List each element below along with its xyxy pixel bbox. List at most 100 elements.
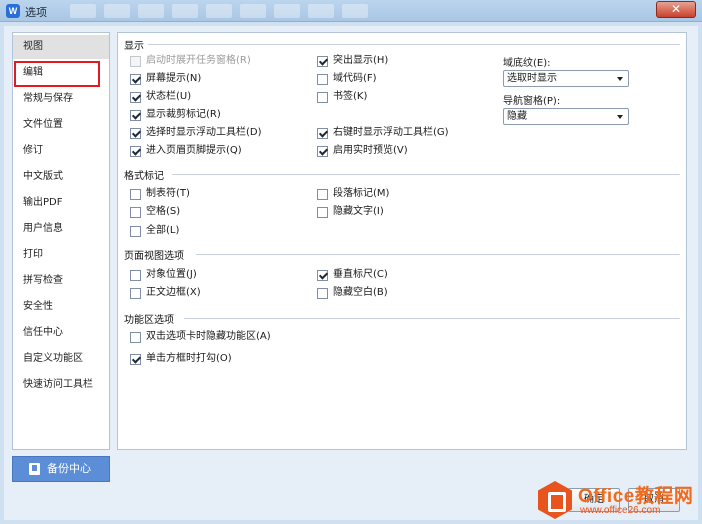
checkbox-vertical-ruler[interactable]: 垂直标尺(C) [317, 268, 388, 282]
checkbox-box[interactable] [130, 269, 141, 281]
backup-icon [29, 463, 40, 475]
nav-pane-label: 导航窗格(P): [503, 96, 561, 107]
watermark-brand: Office教程网 [578, 486, 694, 507]
checkbox-box[interactable] [130, 73, 141, 85]
sidebar-item-chinese-layout[interactable]: 中文版式 [13, 165, 109, 189]
section-divider [172, 174, 680, 175]
checkbox-field-codes[interactable]: 域代码(F) [317, 72, 377, 86]
checkbox-label: 制表符(T) [146, 188, 190, 199]
checkbox-box[interactable] [130, 91, 141, 103]
checkbox-label: 进入页眉页脚提示(Q) [146, 145, 242, 156]
title-bar: W 选项 ✕ [0, 0, 702, 22]
checkbox-box[interactable] [130, 109, 141, 121]
checkbox-label: 域代码(F) [333, 73, 377, 84]
checkbox-label: 段落标记(M) [333, 188, 390, 199]
checkbox-label: 状态栏(U) [146, 91, 192, 102]
checkbox-label: 选择时显示浮动工具栏(D) [146, 127, 262, 138]
sidebar-item-security[interactable]: 安全性 [13, 295, 109, 319]
field-shading-select[interactable]: 选取时显示 [503, 70, 629, 87]
checkbox-object-anchors[interactable]: 对象位置(J) [130, 268, 197, 282]
checkbox-box[interactable] [130, 331, 141, 343]
checkbox-hide-whitespace[interactable]: 隐藏空白(B) [317, 286, 388, 300]
checkbox-box[interactable] [317, 73, 328, 85]
select-value: 隐藏 [507, 111, 527, 122]
checkbox-floating-toolbar-rightclick[interactable]: 右键时显示浮动工具栏(G) [317, 126, 449, 140]
checkbox-box[interactable] [317, 91, 328, 103]
close-button[interactable]: ✕ [656, 1, 696, 18]
checkbox-crop-marks[interactable]: 显示裁剪标记(R) [130, 108, 221, 122]
checkbox-label: 垂直标尺(C) [333, 269, 388, 280]
checkbox-box[interactable] [317, 287, 328, 299]
checkbox-box[interactable] [317, 206, 328, 218]
checkbox-spaces[interactable]: 空格(S) [130, 205, 180, 219]
backup-center-button[interactable]: 备份中心 [12, 456, 110, 482]
sidebar-item-spell-check[interactable]: 拼写检查 [13, 269, 109, 293]
checkbox-label: 双击选项卡时隐藏功能区(A) [146, 331, 271, 342]
sidebar-item-trust-center[interactable]: 信任中心 [13, 321, 109, 345]
ghost-tab [172, 4, 198, 18]
window-title: 选项 [25, 6, 47, 19]
checkbox-label: 启用实时预览(V) [333, 145, 408, 156]
ghost-tab [274, 4, 300, 18]
checkbox-dblclick-hide-ribbon[interactable]: 双击选项卡时隐藏功能区(A) [130, 330, 271, 344]
section-title-format-marks: 格式标记 [124, 171, 164, 182]
checkbox-box[interactable] [317, 55, 328, 67]
checkbox-label: 单击方框时打勾(O) [146, 353, 232, 364]
checkbox-box[interactable] [130, 206, 141, 218]
ghost-tab [342, 4, 368, 18]
checkbox-label: 隐藏文字(I) [333, 206, 384, 217]
checkbox-box[interactable] [317, 145, 328, 157]
checkbox-bookmarks[interactable]: 书签(K) [317, 90, 367, 104]
ghost-tab [70, 4, 96, 18]
ghost-tab [206, 4, 232, 18]
checkbox-box[interactable] [317, 269, 328, 281]
checkbox-floating-toolbar-select[interactable]: 选择时显示浮动工具栏(D) [130, 126, 262, 140]
edit-item-highlight-box [14, 61, 100, 87]
checkbox-status-bar[interactable]: 状态栏(U) [130, 90, 191, 104]
select-value: 选取时显示 [507, 73, 557, 84]
field-shading-label: 域底纹(E): [503, 58, 551, 69]
checkbox-screen-tips[interactable]: 屏幕提示(N) [130, 72, 201, 86]
sidebar-item-quick-access-toolbar[interactable]: 快速访问工具栏 [13, 373, 109, 397]
checkbox-box[interactable] [130, 353, 141, 365]
checkbox-box[interactable] [317, 127, 328, 139]
dropdown-arrow-icon [617, 77, 623, 81]
checkbox-box[interactable] [130, 55, 141, 67]
checkbox-tab-chars[interactable]: 制表符(T) [130, 187, 190, 201]
watermark-url: www.office26.com [580, 505, 661, 516]
sidebar-item-print[interactable]: 打印 [13, 243, 109, 267]
checkbox-label: 对象位置(J) [146, 269, 197, 280]
sidebar-item-revision[interactable]: 修订 [13, 139, 109, 163]
nav-pane-select[interactable]: 隐藏 [503, 108, 629, 125]
sidebar-item-output-pdf[interactable]: 输出PDF [13, 191, 109, 215]
sidebar-item-user-info[interactable]: 用户信息 [13, 217, 109, 241]
checkbox-expand-task-pane[interactable]: 启动时展开任务窗格(R) [130, 54, 251, 68]
checkbox-box[interactable] [130, 287, 141, 299]
sidebar-item-view[interactable]: 视图 [13, 35, 109, 59]
checkbox-text-boundaries[interactable]: 正文边框(X) [130, 286, 201, 300]
sidebar-item-general-save[interactable]: 常规与保存 [13, 87, 109, 111]
checkbox-box[interactable] [130, 188, 141, 200]
checkbox-header-footer-tip[interactable]: 进入页眉页脚提示(Q) [130, 144, 242, 158]
checkbox-all-marks[interactable]: 全部(L) [130, 224, 179, 238]
checkbox-box[interactable] [130, 127, 141, 139]
checkbox-box[interactable] [317, 188, 328, 200]
checkbox-label: 显示裁剪标记(R) [146, 109, 221, 120]
checkbox-box[interactable] [130, 225, 141, 237]
sidebar-item-customize-ribbon[interactable]: 自定义功能区 [13, 347, 109, 371]
checkbox-label: 全部(L) [146, 225, 180, 236]
ghost-tab [308, 4, 334, 18]
sidebar-item-file-location[interactable]: 文件位置 [13, 113, 109, 137]
options-sidebar: 视图 编辑 常规与保存 文件位置 修订 中文版式 输出PDF 用户信息 打印 拼… [12, 32, 110, 450]
checkbox-label: 空格(S) [146, 206, 181, 217]
checkbox-click-to-check[interactable]: 单击方框时打勾(O) [130, 352, 232, 366]
background-ribbon-tabs [70, 2, 368, 18]
checkbox-highlight[interactable]: 突出显示(H) [317, 54, 388, 68]
checkbox-live-preview[interactable]: 启用实时预览(V) [317, 144, 408, 158]
checkbox-box[interactable] [130, 145, 141, 157]
checkbox-hidden-text[interactable]: 隐藏文字(I) [317, 205, 384, 219]
backup-center-label: 备份中心 [47, 462, 91, 475]
checkbox-paragraph-marks[interactable]: 段落标记(M) [317, 187, 389, 201]
checkbox-label: 启动时展开任务窗格(R) [146, 55, 251, 66]
checkbox-label: 正文边框(X) [146, 287, 201, 298]
